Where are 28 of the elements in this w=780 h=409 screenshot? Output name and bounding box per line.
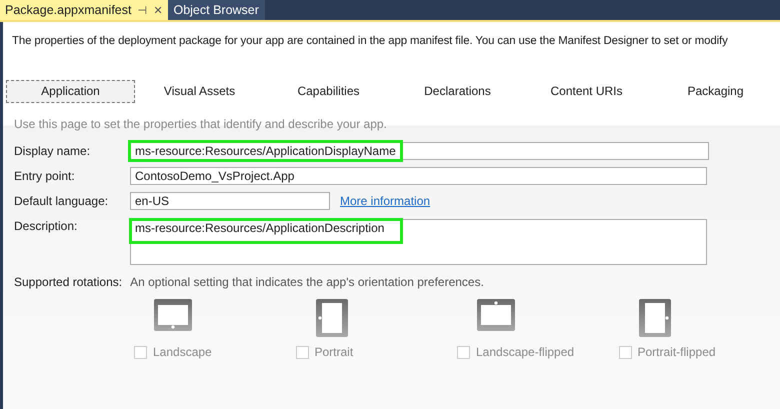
designer-tab[interactable]: Content URIs (522, 80, 651, 103)
designer-tab[interactable]: Declarations (393, 80, 522, 103)
document-tab[interactable]: Object Browser (168, 0, 265, 20)
checkbox-label: Landscape (153, 345, 212, 359)
hint-text: Use this page to set the properties that identify and describe your app. (13, 116, 388, 133)
tablet-icon (316, 299, 348, 337)
tablet-icon (638, 299, 670, 337)
document-tab[interactable]: Package.appxmanifest ⊣ ✕ (0, 0, 168, 20)
field-label: Supported rotations: (14, 275, 122, 289)
designer-tab[interactable]: Visual Assets (135, 80, 264, 103)
designer-tab[interactable]: Application (6, 80, 135, 103)
more-information-link[interactable]: More information (340, 192, 430, 208)
close-icon[interactable]: ✕ (153, 4, 162, 16)
text-area[interactable]: ms-resource:Resources/ApplicationDescription (130, 219, 707, 265)
checkbox-label: Portrait-flipped (638, 345, 716, 359)
designer-tab[interactable]: Capabilities (264, 80, 393, 103)
checkbox-label: Landscape-flipped (476, 345, 574, 359)
pin-icon[interactable]: ⊣ (137, 4, 148, 16)
description-text: The properties of the deployment package for your app are contained in the app manifest file. You can use the Manifest Designer to set or modify (11, 34, 729, 49)
field-label: Display name: (14, 143, 92, 158)
designer-tab[interactable]: Packaging (651, 80, 780, 103)
field-label: Description: (14, 218, 78, 233)
input-field[interactable]: ContosoDemo_VsProject.App (130, 167, 707, 185)
field-label: Default language: (14, 193, 110, 208)
field-label: Entry point: (14, 168, 76, 183)
input-field[interactable]: en-US (130, 192, 330, 210)
rotation-hint-text: An optional setting that indicates the app's orientation preferences. (130, 275, 484, 289)
checkbox-label: Portrait (314, 345, 354, 359)
